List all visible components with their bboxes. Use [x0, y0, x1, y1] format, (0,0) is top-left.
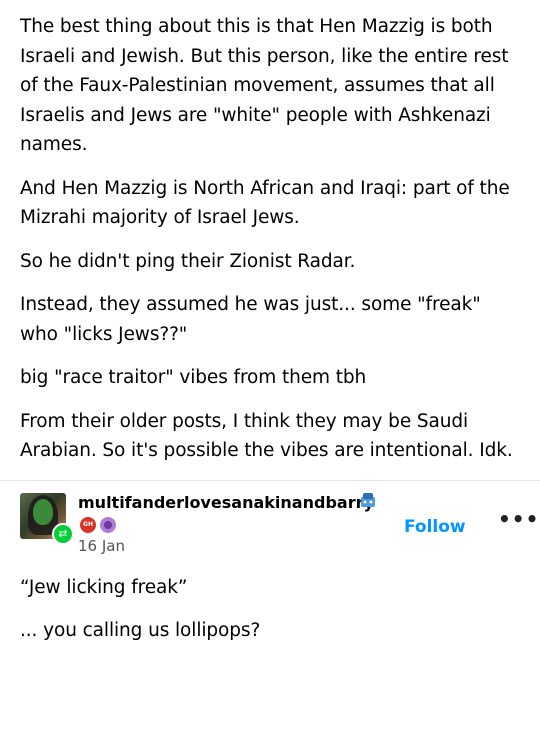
more-options-icon[interactable]: ••• — [498, 507, 539, 531]
follow-button[interactable]: Follow — [404, 517, 466, 537]
post-body: The best thing about this is that Hen Ma… — [0, 0, 540, 466]
post-paragraph: big "race traitor" vibes from them tbh — [20, 367, 367, 388]
reblog-header: ⇄ multifanderlovesanakinandbarry GH 16 J… — [0, 481, 540, 563]
post-paragraph: From their older posts, I think they may… — [20, 410, 513, 462]
post-paragraph: The best thing about this is that Hen Ma… — [20, 16, 509, 155]
post-paragraph: So he didn't ping their Zionist Radar. — [20, 250, 356, 272]
post-paragraph: And Hen Mazzig is North African and Iraq… — [20, 177, 510, 229]
reblog-icon: ⇄ — [52, 522, 74, 545]
reblog-paragraph: “Jew licking freak” — [20, 576, 188, 598]
reblog-date: 16 Jan — [78, 536, 125, 555]
purple-badge-icon — [100, 516, 116, 533]
avatar-face — [33, 498, 53, 525]
reblog-paragraph: ... you calling us lollipops? — [20, 620, 261, 641]
reblog-body: “Jew licking freak” ... you calling us l… — [0, 563, 540, 646]
community-badge-icon: GH — [80, 516, 96, 533]
blog-badge-icon — [361, 492, 375, 507]
reblog-username[interactable]: multifanderlovesanakinandbarry — [78, 493, 374, 512]
post-paragraph: Instead, they assumed he was just... som… — [20, 294, 481, 345]
